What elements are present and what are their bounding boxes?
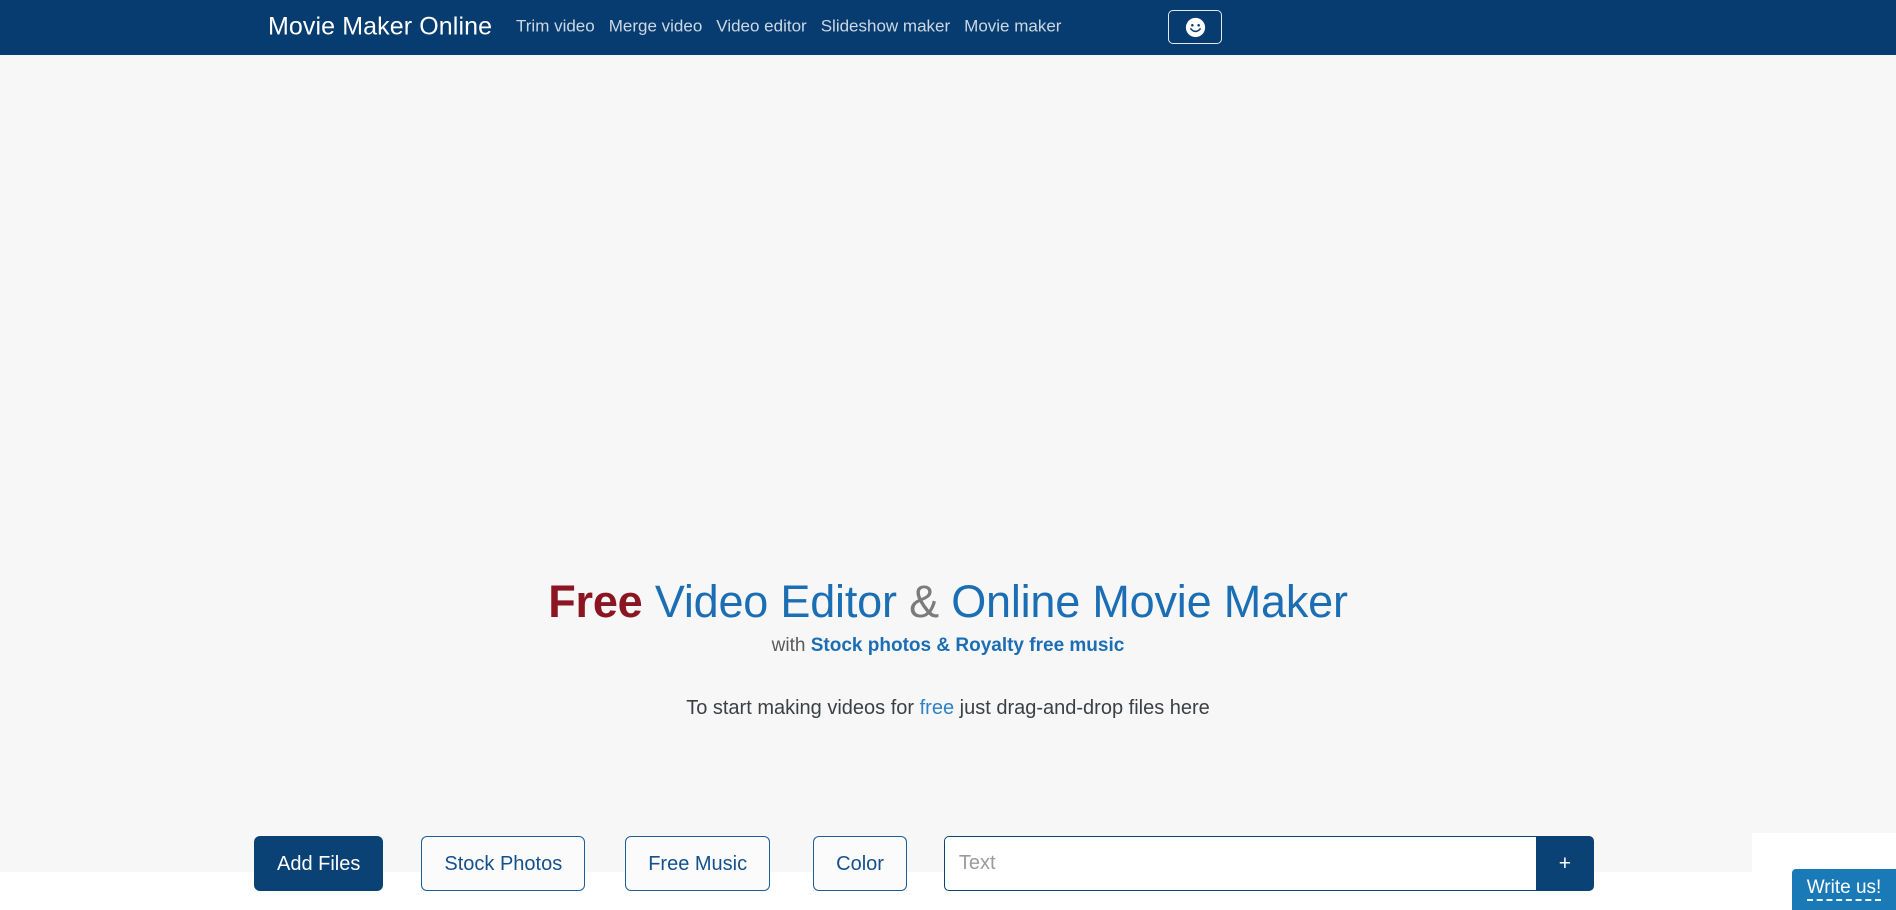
hero-subtitle: with Stock photos & Royalty free music	[0, 634, 1896, 659]
page-title: Free Video Editor & Online Movie Maker	[0, 575, 1896, 628]
stock-photos-button[interactable]: Stock Photos	[421, 836, 586, 891]
add-text-button[interactable]: +	[1535, 836, 1594, 891]
dropline-after: just drag-and-drop files here	[959, 696, 1210, 719]
headline-video-editor: Video Editor	[654, 576, 897, 627]
primary-nav-list: Trim video Merge video Video editor Slid…	[516, 18, 1075, 37]
navbar-inner: Movie Maker Online Trim video Merge vide…	[0, 0, 1896, 55]
dropline-free-link[interactable]: free	[920, 697, 954, 719]
nav-item-trim-video: Trim video	[516, 18, 609, 37]
nav-link-merge-video[interactable]: Merge video	[609, 18, 717, 35]
top-navbar: Movie Maker Online Trim video Merge vide…	[0, 0, 1896, 55]
color-button[interactable]: Color	[813, 836, 907, 891]
text-input[interactable]	[943, 836, 1536, 891]
dropline-before: To start making videos for	[686, 696, 915, 719]
nav-item-movie-maker: Movie maker	[964, 18, 1075, 37]
page-root: Movie Maker Online Trim video Merge vide…	[0, 0, 1896, 910]
nav-item-video-editor: Video editor	[716, 18, 820, 37]
headline-free: Free	[548, 576, 643, 627]
brand-logo-link[interactable]: Movie Maker Online	[268, 14, 492, 40]
action-button-row: Add Files Stock Photos Free Music Color …	[254, 836, 1594, 891]
nav-link-slideshow-maker[interactable]: Slideshow maker	[821, 18, 964, 35]
write-us-label: Write us!	[1806, 878, 1882, 901]
smiley-face-icon	[1185, 17, 1205, 37]
subtitle-prefix: with	[771, 635, 806, 657]
headline-ampersand: &	[909, 576, 939, 627]
free-music-button[interactable]: Free Music	[625, 836, 771, 891]
headline-online-movie-maker: Online Movie Maker	[951, 576, 1348, 627]
text-input-group: +	[943, 836, 1594, 891]
hero-section: Free Video Editor & Online Movie Maker w…	[0, 575, 1896, 721]
smiley-face-button[interactable]	[1168, 10, 1222, 44]
subtitle-stock-music-link[interactable]: Stock photos & Royalty free music	[811, 635, 1125, 656]
write-us-button[interactable]: Write us!	[1792, 869, 1896, 910]
nav-item-slideshow-maker: Slideshow maker	[821, 18, 964, 37]
add-files-button[interactable]: Add Files	[254, 836, 384, 891]
nav-item-merge-video: Merge video	[609, 18, 717, 37]
nav-link-movie-maker[interactable]: Movie maker	[964, 18, 1075, 35]
chat-widget-panel	[1752, 833, 1896, 872]
drag-and-drop-instruction: To start making videos for free just dra…	[0, 695, 1896, 721]
nav-link-trim-video[interactable]: Trim video	[516, 18, 609, 35]
main-content-area: Free Video Editor & Online Movie Maker w…	[0, 55, 1896, 891]
nav-link-video-editor[interactable]: Video editor	[716, 18, 820, 35]
